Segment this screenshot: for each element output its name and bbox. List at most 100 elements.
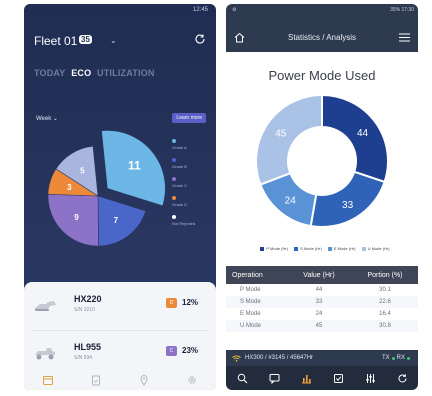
legend-swatch [294,246,299,251]
tx-status-dot [391,356,395,360]
fleet-title[interactable]: Fleet 01 [34,34,77,48]
legend-item-p-mode: P Mode (Hr) [260,246,288,251]
wifi-icon [232,355,241,362]
table-row: S Mode 33 22.6 [226,296,418,308]
checklist-icon[interactable] [333,373,344,384]
legend-label: Grade D [172,202,188,207]
table-cell: 44 [315,287,323,293]
fleet-count-badge: 35 [79,35,92,44]
legend-item-u-mode: U Mode (Hr) [361,246,390,251]
settings-icon[interactable] [186,374,198,386]
clipboard-icon[interactable] [90,374,102,386]
machine-row-hl955[interactable]: HL955 S/N 934 C 23% [24,334,216,374]
grade-badge: C [166,346,177,356]
status-battery-time: 35% 17:30 [390,7,414,13]
table-cell: S Mode [240,299,261,305]
tab-utilization[interactable]: UTILIZATION [97,68,155,78]
table-row: U Mode 45 30.8 [226,320,418,332]
legend-item-grade-a: Grade A [172,139,216,150]
chart-title: Power Mode Used [268,68,376,83]
legend-dot [172,139,176,143]
rx-label: RX [396,355,405,361]
fleet-eco-screen: 12:45 Fleet 01 35 ⌄ TODAY ECO UTILIZATIO… [24,4,216,390]
table-header: Operation Value (Hr) Portion (%) [226,266,418,284]
statistics-analysis-screen: ⚙ 35% 17:30 Statistics / Analysis Power … [226,4,418,390]
table-row: P Mode 44 30.1 [226,284,418,296]
legend-swatch [327,246,332,251]
page-title: Statistics / Analysis [287,33,357,42]
table-cell: U Mode [240,323,262,329]
chevron-down-icon: ⌄ [52,116,58,122]
machine-row-hx220[interactable]: HX220 S/N 3210 D 12% [24,286,216,326]
tab-eco[interactable]: ECO [71,68,91,78]
refresh-icon[interactable] [194,33,206,45]
wheel-loader-icon [35,348,55,360]
legend-label: E Mode (Hr) [333,246,356,251]
table-cell: 16.4 [379,311,391,317]
zoom-icon[interactable] [237,373,248,384]
pie-slice-label: 9 [74,213,79,222]
learn-more-button[interactable]: Learn more [172,113,206,123]
menu-icon[interactable] [399,33,410,42]
pie-slice-label: 11 [128,158,141,172]
legend-item-not-rejected: Not Rejected [172,215,216,226]
bar-chart-icon[interactable] [301,373,312,384]
donut-segment-label: 45 [275,129,287,140]
pie-slice [47,193,99,247]
donut-segment [255,93,323,186]
legend-label: U Mode (Hr) [367,246,390,251]
grade-percent: 23% [182,346,199,355]
pie-slice-label: 5 [80,166,85,175]
table-cell: P Mode [240,287,261,293]
grade-legend: Grade A Grade B Grade C Grade D Not Reje… [172,139,216,234]
legend-item-e-mode: E Mode (Hr) [327,246,356,251]
device-info: HX300 / #3145 / 45647Hr [245,355,314,361]
status-indicator: ⚙ [232,7,237,13]
machine-serial: S/N 3210 [74,307,95,313]
table-cell: 30.8 [379,323,391,329]
legend-item-s-mode: S Mode (Hr) [294,246,322,251]
calendar-icon[interactable] [42,374,54,386]
bottom-nav [24,370,216,390]
equalizer-icon[interactable] [365,373,376,384]
table-row: E Mode 24 16.4 [226,308,418,320]
bottom-toolbar [226,366,418,390]
machine-name: HL955 [74,342,102,352]
device-info-bar: HX300 / #3145 / 45647Hr TX RX [226,350,418,366]
table-cell: 30.1 [379,287,391,293]
screenshot-canvas: 12:45 Fleet 01 35 ⌄ TODAY ECO UTILIZATIO… [0,0,432,396]
donut-segment-label: 33 [342,200,354,211]
tx-rx-indicator: TX RX [382,355,412,361]
legend-label: Grade C [172,183,188,188]
table-cell: 33 [315,299,323,305]
pie-slice-label: 3 [67,183,72,192]
legend-swatch [260,246,265,251]
legend-label: Grade A [172,145,187,150]
legend-dot [172,177,176,181]
machine-serial: S/N 934 [74,355,93,361]
pie-slice [97,195,147,247]
legend-label: S Mode (Hr) [300,246,322,251]
grade-percent: 12% [182,298,199,307]
table-cell: 45 [315,323,323,329]
tx-label: TX [381,355,390,361]
chevron-down-icon[interactable]: ⌄ [110,36,117,45]
tab-today[interactable]: TODAY [34,68,66,78]
top-app-bar: ⚙ 35% 17:30 Statistics / Analysis [226,4,418,52]
table-cell: 24 [315,311,323,317]
donut-segment-label: 44 [357,128,369,139]
legend-dot [172,158,176,162]
donut-segment [321,93,389,184]
legend-swatch [361,246,366,251]
legend-label: P Mode (Hr) [266,246,289,251]
legend-label: Grade B [172,164,187,169]
machine-name: HX220 [74,294,102,304]
rx-status-dot [407,356,410,360]
legend-item-grade-d: Grade D [172,196,216,207]
location-icon[interactable] [138,374,150,386]
period-selector[interactable]: Week ⌄ [36,115,58,122]
chat-icon[interactable] [269,373,280,384]
legend-dot [172,215,176,219]
refresh-icon[interactable] [397,373,408,384]
power-mode-table: Operation Value (Hr) Portion (%) P Mode … [226,266,418,332]
